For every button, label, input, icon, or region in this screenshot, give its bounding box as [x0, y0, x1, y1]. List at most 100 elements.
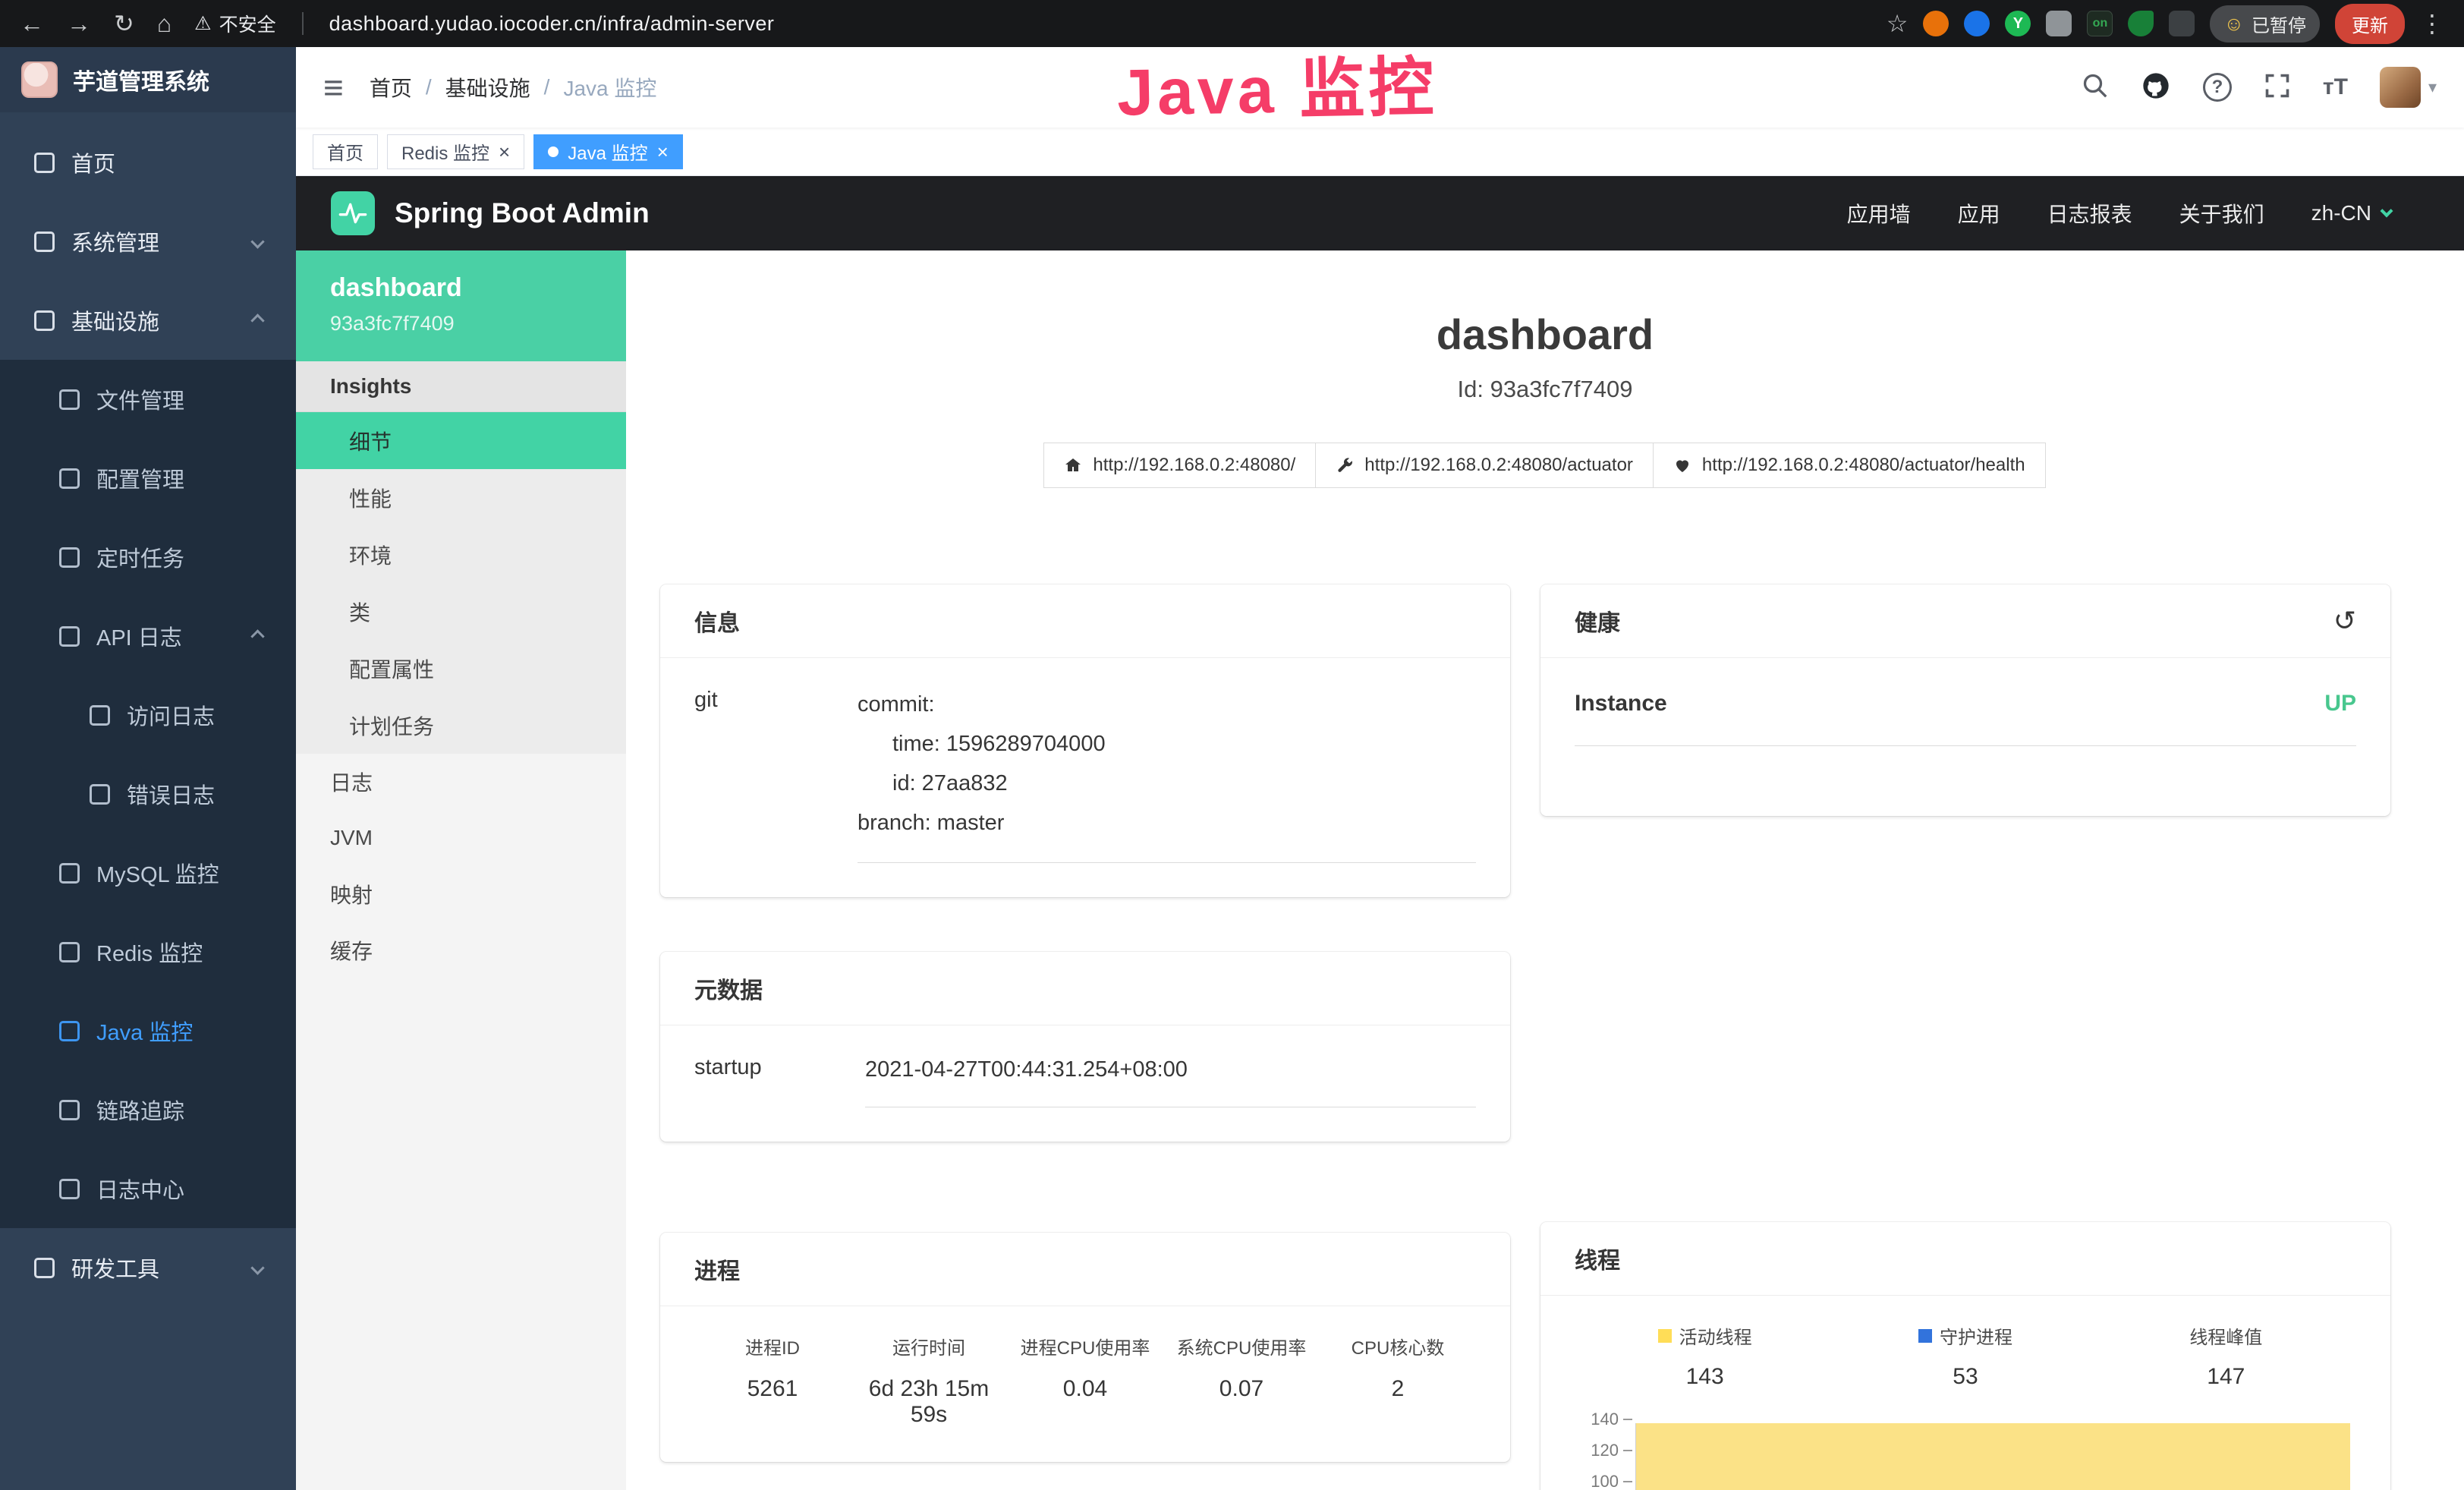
sidebar-item-config-management[interactable]: 配置管理	[0, 439, 296, 518]
sidebar-item-java-monitor[interactable]: Java 监控	[0, 991, 296, 1070]
close-icon[interactable]: ×	[657, 142, 669, 162]
process-table-values: 5261 6d 23h 15m 59s 0.04 0.07 2	[694, 1376, 1476, 1428]
bookmark-star-icon[interactable]: ☆	[1887, 9, 1909, 38]
legend-daemon-threads: 守护进程 53	[1835, 1322, 2095, 1390]
access-log-icon	[90, 705, 110, 726]
actuator-url-button[interactable]: http://192.168.0.2:48080/actuator	[1315, 443, 1654, 488]
fullscreen-icon[interactable]	[2264, 72, 2291, 103]
paused-badge[interactable]: ☺ 已暂停	[2210, 5, 2320, 43]
app-logo-header[interactable]: 芋道管理系统	[0, 47, 296, 112]
sba-item-metrics[interactable]: 性能	[296, 469, 626, 526]
browser-home-icon[interactable]: ⌂	[157, 10, 172, 38]
sba-brand-title[interactable]: Spring Boot Admin	[395, 197, 650, 229]
sba-item-classes[interactable]: 类	[296, 583, 626, 640]
reload-icon[interactable]: ↻	[114, 9, 134, 38]
chevron-up-icon	[250, 629, 264, 643]
puzzle-extension-icon[interactable]	[2169, 11, 2195, 36]
address-bar-url[interactable]: dashboard.yudao.iocoder.cn/infra/admin-s…	[329, 12, 775, 36]
on-badge-extension-icon[interactable]: on	[2087, 11, 2113, 36]
not-secure-indicator[interactable]: ⚠ 不安全	[194, 10, 275, 37]
sidebar-item-redis-monitor[interactable]: Redis 监控	[0, 912, 296, 991]
axis-tick-mark	[1623, 1481, 1632, 1482]
info-line-time: time: 1596289704000	[858, 724, 1476, 764]
active-dot	[548, 146, 559, 157]
breadcrumb-separator: /	[426, 75, 432, 99]
sidebar-item-trace[interactable]: 链路追踪	[0, 1070, 296, 1149]
breadcrumb-infrastructure[interactable]: 基础设施	[445, 72, 530, 102]
forward-icon[interactable]: →	[67, 10, 91, 38]
sba-instance-header[interactable]: dashboard 93a3fc7f7409	[296, 250, 626, 361]
user-menu[interactable]: ▾	[2380, 67, 2437, 108]
process-col-process-cpu: 进程CPU使用率	[1007, 1333, 1163, 1359]
sidebar-item-infrastructure[interactable]: 基础设施	[0, 281, 296, 360]
service-url-button[interactable]: http://192.168.0.2:48080/	[1043, 443, 1316, 488]
sba-item-logs[interactable]: 日志	[296, 754, 626, 810]
sba-item-caches[interactable]: 缓存	[296, 922, 626, 978]
y-axis-tick: 100	[1575, 1472, 1619, 1490]
sba-nav-about[interactable]: 关于我们	[2179, 198, 2264, 228]
sidebar-item-dev-tools[interactable]: 研发工具	[0, 1228, 296, 1307]
sba-item-mappings[interactable]: 映射	[296, 866, 626, 922]
health-url-button[interactable]: http://192.168.0.2:48080/actuator/health	[1653, 443, 2046, 488]
sidebar-item-label: 链路追踪	[96, 1094, 184, 1126]
sidebar-item-file-management[interactable]: 文件管理	[0, 360, 296, 439]
paused-label: 已暂停	[2252, 11, 2306, 37]
mysql-icon	[59, 863, 80, 884]
update-button[interactable]: 更新	[2335, 4, 2405, 44]
sidebar-item-label: MySQL 监控	[96, 857, 219, 889]
annotation-java-monitor: Java 监控	[1116, 33, 1438, 134]
tag-java-monitor[interactable]: Java 监控 ×	[533, 134, 683, 169]
card-title: 健康	[1575, 604, 1620, 638]
grid-extension-icon[interactable]	[2046, 11, 2072, 36]
sidebar-item-error-logs[interactable]: 错误日志	[0, 754, 296, 833]
github-icon[interactable]	[2141, 71, 2171, 105]
avatar	[2380, 67, 2421, 108]
sba-nav-journal[interactable]: 日志报表	[2047, 198, 2132, 228]
history-icon[interactable]: ↺	[2333, 607, 2356, 635]
sidebar-item-label: 定时任务	[96, 541, 184, 573]
sba-item-jvm[interactable]: JVM	[296, 810, 626, 866]
sidebar-menu: 首页 系统管理 基础设施 文件管理 配置管理 定时任务	[0, 112, 296, 1307]
sidebar-item-label: 访问日志	[127, 699, 215, 731]
back-icon[interactable]: ←	[20, 10, 44, 38]
config-icon	[59, 468, 80, 489]
cpu-cores-value: 2	[1320, 1376, 1476, 1428]
sba-locale-select[interactable]: zh-CN	[2311, 201, 2391, 225]
tag-label: 首页	[327, 138, 363, 165]
hamburger-icon[interactable]: ≡	[323, 67, 344, 108]
sba-item-environment[interactable]: 环境	[296, 526, 626, 583]
daemon-threads-swatch	[1918, 1329, 1932, 1343]
instance-links: http://192.168.0.2:48080/ http://192.168…	[626, 443, 2464, 488]
sidebar-item-system-management[interactable]: 系统管理	[0, 202, 296, 281]
sba-item-scheduled-tasks[interactable]: 计划任务	[296, 697, 626, 754]
tag-redis-monitor[interactable]: Redis 监控 ×	[387, 134, 524, 169]
leaf-extension-icon[interactable]	[2128, 11, 2154, 36]
sidebar-item-label: 日志中心	[96, 1173, 184, 1205]
sidebar-item-api-logs[interactable]: API 日志	[0, 597, 296, 676]
help-icon[interactable]: ?	[2203, 73, 2232, 102]
sba-item-config-props[interactable]: 配置属性	[296, 640, 626, 697]
sidebar-item-home[interactable]: 首页	[0, 123, 296, 202]
sidebar-item-mysql-monitor[interactable]: MySQL 监控	[0, 833, 296, 912]
file-icon	[59, 389, 80, 410]
sidebar-item-scheduled-tasks[interactable]: 定时任务	[0, 518, 296, 597]
info-card-body: git commit: time: 1596289704000 id: 27aa…	[660, 658, 1510, 897]
font-size-icon[interactable]: тT	[2323, 74, 2348, 100]
sba-item-details[interactable]: 细节	[296, 412, 626, 469]
sba-nav-wallboard[interactable]: 应用墙	[1847, 198, 1911, 228]
search-icon[interactable]	[2082, 72, 2109, 103]
raindrop-extension-icon[interactable]	[1964, 11, 1990, 36]
fox-extension-icon[interactable]	[1923, 11, 1949, 36]
sba-nav-applications[interactable]: 应用	[1958, 198, 2000, 228]
green-y-extension-icon[interactable]: Y	[2005, 11, 2031, 36]
breadcrumb-home[interactable]: 首页	[370, 72, 412, 102]
close-icon[interactable]: ×	[499, 142, 510, 162]
browser-menu-icon[interactable]: ⋮	[2420, 9, 2444, 38]
sidebar-item-log-center[interactable]: 日志中心	[0, 1149, 296, 1228]
spring-boot-admin-logo[interactable]	[331, 191, 375, 235]
sidebar-item-access-logs[interactable]: 访问日志	[0, 676, 296, 754]
legend-label: 守护进程	[1940, 1322, 2012, 1349]
admin-sidebar: 芋道管理系统 首页 系统管理 基础设施 文件管理	[0, 47, 296, 1490]
tag-home[interactable]: 首页	[313, 134, 378, 169]
breadcrumb-current: Java 监控	[563, 72, 656, 102]
